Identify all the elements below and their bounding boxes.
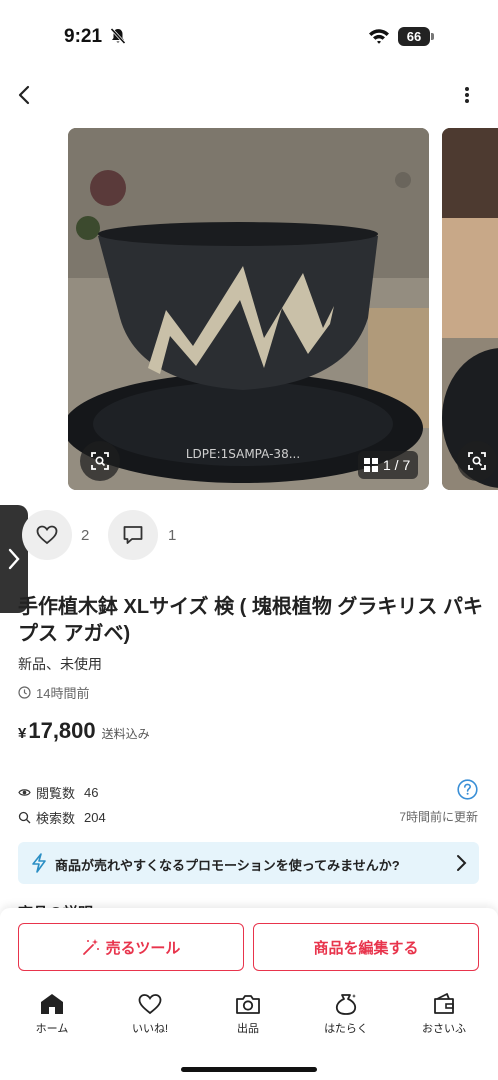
comment-count: 1 xyxy=(168,527,177,544)
posted-time: 14時間前 xyxy=(18,683,89,702)
image-search-button[interactable] xyxy=(80,441,120,481)
searches-count: 204 xyxy=(84,810,106,825)
money-bag-icon xyxy=(335,994,357,1015)
updated-time: 7時間前に更新 xyxy=(399,810,478,824)
photo-counter: 1 / 7 xyxy=(358,451,419,479)
magic-wand-icon xyxy=(82,939,99,955)
price-row: ¥ 17,800 送料込み xyxy=(18,718,150,744)
search-icon xyxy=(18,811,31,824)
status-bar: 9:21 66 xyxy=(0,0,498,70)
back-chevron-icon[interactable] xyxy=(10,80,40,110)
home-icon xyxy=(41,994,63,1014)
action-row: 2 1 xyxy=(22,510,322,560)
clock-icon xyxy=(18,686,31,699)
views-label: 閲覧数 xyxy=(36,786,76,801)
comment-button[interactable] xyxy=(108,510,158,560)
sell-tool-button[interactable]: 売るツール xyxy=(18,923,244,971)
shipping-label: 送料込み xyxy=(101,727,150,741)
battery-indicator: 66 xyxy=(398,27,434,46)
wifi-icon xyxy=(369,29,389,44)
heart-icon xyxy=(138,994,162,1015)
tab-list-label: 出品 xyxy=(237,1023,259,1035)
views-stat: 閲覧数 46 xyxy=(18,783,98,802)
lightning-icon xyxy=(32,853,46,873)
image-search-button-next[interactable] xyxy=(457,441,497,481)
tab-home[interactable]: ホーム xyxy=(12,992,92,1036)
price-currency: ¥ xyxy=(18,725,27,742)
edit-item-button[interactable]: 商品を編集する xyxy=(253,923,479,971)
promotion-text: 商品が売れやすくなるプロモーションを使ってみませんか? xyxy=(55,858,400,873)
home-indicator xyxy=(181,1067,317,1072)
photo-counter-text: 1 / 7 xyxy=(383,457,411,473)
next-product-photo[interactable] xyxy=(442,128,498,490)
camera-icon xyxy=(236,995,260,1014)
promotion-banner[interactable]: 商品が売れやすくなるプロモーションを使ってみませんか? xyxy=(18,842,479,884)
photo-gallery[interactable]: LDPE:1SAMPA-38... 1 / 7 xyxy=(0,128,498,490)
tab-wallet-label: おさいふ xyxy=(422,1023,466,1035)
wallet-icon xyxy=(434,993,454,1014)
chevron-right-icon xyxy=(8,548,20,570)
tab-list[interactable]: 出品 xyxy=(208,992,288,1036)
svg-text:LDPE:1SAMPA-38...: LDPE:1SAMPA-38... xyxy=(186,447,300,461)
like-button[interactable] xyxy=(22,510,72,560)
posted-time-text: 14時間前 xyxy=(36,686,90,701)
product-photo[interactable]: LDPE:1SAMPA-38... 1 / 7 xyxy=(68,128,429,490)
heart-icon xyxy=(36,525,58,545)
tab-work[interactable]: はたらく xyxy=(306,992,386,1036)
bottom-action-panel: 売るツール 商品を編集する ホーム いいね! 出品 はたらく おさいふ xyxy=(0,908,498,1080)
views-count: 46 xyxy=(84,785,99,800)
battery-level: 66 xyxy=(398,27,430,46)
tab-likes-label: いいね! xyxy=(131,1023,169,1035)
item-condition: 新品、未使用 xyxy=(18,656,102,672)
scan-icon xyxy=(91,452,109,470)
tab-work-label: はたらく xyxy=(324,1023,368,1035)
tab-wallet[interactable]: おさいふ xyxy=(404,992,484,1036)
searches-label: 検索数 xyxy=(36,811,76,826)
help-icon[interactable] xyxy=(457,779,478,800)
comment-icon xyxy=(123,526,143,544)
tab-bar: ホーム いいね! 出品 はたらく おさいふ xyxy=(0,992,498,1052)
edit-item-label: 商品を編集する xyxy=(313,939,419,957)
item-title: 手作植木鉢 XLサイズ 検 ( 塊根植物 グラキリス パキプス アガベ) xyxy=(18,596,483,645)
like-count: 2 xyxy=(81,527,90,544)
more-vertical-icon[interactable] xyxy=(452,80,482,110)
grid-icon xyxy=(364,458,378,472)
searches-stat: 検索数 204 xyxy=(18,808,106,827)
eye-icon xyxy=(18,789,31,796)
price-value: 17,800 xyxy=(28,718,96,743)
tab-home-label: ホーム xyxy=(35,1023,69,1035)
bell-muted-icon xyxy=(110,27,126,45)
status-time: 9:21 xyxy=(64,26,103,47)
chevron-right-icon xyxy=(457,855,467,871)
scan-icon xyxy=(468,452,486,470)
tab-likes[interactable]: いいね! xyxy=(110,992,190,1036)
sell-tool-label: 売るツール xyxy=(105,939,181,957)
